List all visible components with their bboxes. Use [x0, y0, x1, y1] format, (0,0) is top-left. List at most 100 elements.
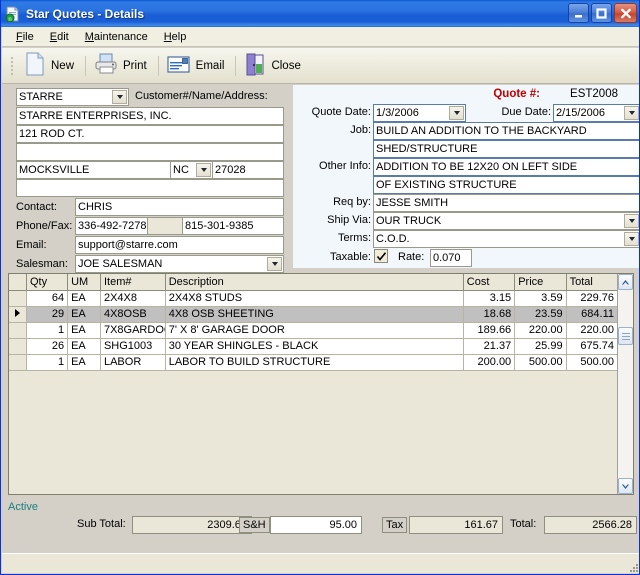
ship-via-combo[interactable]: OUR TRUCK — [373, 212, 640, 230]
cell-item[interactable]: LABOR — [100, 354, 165, 370]
scroll-up-button[interactable] — [618, 274, 633, 290]
customer-name-field[interactable]: STARRE ENTERPRISES, INC. — [16, 107, 284, 125]
other-info-line1-field[interactable]: ADDITION TO BE 12X20 ON LEFT SIDE — [373, 158, 640, 176]
due-date-field[interactable]: 2/15/2006 — [553, 104, 640, 122]
cell-cost[interactable]: 18.68 — [463, 306, 514, 322]
taxable-checkbox[interactable] — [374, 249, 388, 263]
column-header-qty[interactable]: Qty — [26, 274, 67, 290]
customer-city-field[interactable]: MOCKSVILLE — [16, 161, 171, 179]
cell-cost[interactable]: 3.15 — [463, 290, 514, 306]
row-indicator[interactable] — [9, 290, 26, 306]
chevron-down-icon[interactable] — [624, 106, 639, 120]
table-row[interactable]: 64EA2X4X82X4X8 STUDS3.153.59229.76 — [9, 290, 618, 306]
cell-qty[interactable]: 29 — [26, 306, 67, 322]
row-indicator[interactable] — [9, 338, 26, 354]
customer-code-combo[interactable]: STARRE — [16, 88, 129, 106]
row-indicator[interactable] — [9, 322, 26, 338]
line-items-grid[interactable]: Qty UM Item# Description Cost Price Tota… — [8, 273, 634, 495]
salesman-combo[interactable]: JOE SALESMAN — [75, 255, 284, 273]
cell-price[interactable]: 500.00 — [515, 354, 566, 370]
cell-item[interactable]: 4X8OSB — [100, 306, 165, 322]
customer-state-combo[interactable]: NC — [170, 161, 213, 179]
cell-price[interactable]: 25.99 — [515, 338, 566, 354]
close-button[interactable] — [614, 3, 637, 23]
sh-field[interactable]: 95.00 — [270, 516, 362, 534]
cell-cost[interactable]: 189.66 — [463, 322, 514, 338]
cell-total[interactable]: 220.00 — [566, 322, 617, 338]
cell-item[interactable]: SHG1003 — [100, 338, 165, 354]
customer-address3-field[interactable] — [16, 179, 284, 197]
customer-zip-field[interactable]: 27028 — [212, 161, 284, 179]
other-info-line2-field[interactable]: OF EXISTING STRUCTURE — [373, 176, 640, 194]
column-header-price[interactable]: Price — [515, 274, 566, 290]
row-indicator[interactable] — [9, 306, 26, 322]
cell-total[interactable]: 229.76 — [566, 290, 617, 306]
cell-qty[interactable]: 26 — [26, 338, 67, 354]
cell-qty[interactable]: 64 — [26, 290, 67, 306]
job-line2-field[interactable]: SHED/STRUCTURE — [373, 140, 640, 158]
cell-cost[interactable]: 21.37 — [463, 338, 514, 354]
cell-um[interactable]: EA — [68, 306, 101, 322]
menu-maintenance[interactable]: Maintenance — [77, 29, 156, 45]
phone-field[interactable]: 336-492-7278 — [75, 217, 148, 235]
job-line1-field[interactable]: BUILD AN ADDITION TO THE BACKYARD — [373, 122, 640, 140]
cell-description[interactable]: 2X4X8 STUDS — [165, 290, 463, 306]
cell-um[interactable]: EA — [68, 290, 101, 306]
cell-price[interactable]: 23.59 — [515, 306, 566, 322]
grid-vertical-scrollbar[interactable] — [617, 274, 633, 494]
table-row[interactable]: 29EA4X8OSB4X8 OSB SHEETING18.6823.59684.… — [9, 306, 618, 322]
cell-item[interactable]: 2X4X8 — [100, 290, 165, 306]
column-header-total[interactable]: Total — [566, 274, 617, 290]
customer-address1-field[interactable]: 121 ROD CT. — [16, 125, 284, 143]
contact-field[interactable]: CHRIS — [75, 198, 284, 216]
cell-price[interactable]: 220.00 — [515, 322, 566, 338]
scroll-down-button[interactable] — [618, 478, 633, 494]
cell-price[interactable]: 3.59 — [515, 290, 566, 306]
email-field[interactable]: support@starre.com — [75, 236, 284, 254]
resize-grip[interactable] — [626, 560, 638, 572]
column-header-description[interactable]: Description — [165, 274, 463, 290]
cell-total[interactable]: 684.11 — [566, 306, 617, 322]
column-header-cost[interactable]: Cost — [463, 274, 514, 290]
table-row[interactable]: 26EASHG100330 YEAR SHINGLES - BLACK21.37… — [9, 338, 618, 354]
table-row[interactable]: 1EA7X8GARDOOR7' X 8' GARAGE DOOR189.6622… — [9, 322, 618, 338]
cell-um[interactable]: EA — [68, 354, 101, 370]
chevron-down-icon[interactable] — [449, 106, 464, 120]
scrollbar-thumb[interactable] — [618, 327, 633, 345]
customer-address2-field[interactable] — [16, 143, 284, 161]
cell-total[interactable]: 500.00 — [566, 354, 617, 370]
close-toolbar-button[interactable]: Close — [238, 52, 309, 80]
cell-um[interactable]: EA — [68, 338, 101, 354]
new-button[interactable]: New — [18, 52, 83, 80]
chevron-down-icon[interactable] — [624, 214, 639, 228]
email-button[interactable]: Email — [161, 52, 234, 80]
fax-field[interactable]: 815-301-9385 — [182, 217, 284, 235]
quote-date-field[interactable]: 1/3/2006 — [373, 104, 466, 122]
column-header-item[interactable]: Item# — [100, 274, 165, 290]
cell-cost[interactable]: 200.00 — [463, 354, 514, 370]
column-header-indicator[interactable] — [9, 274, 26, 290]
chevron-down-icon[interactable] — [624, 232, 639, 246]
menu-help[interactable]: Help — [156, 29, 195, 45]
cell-qty[interactable]: 1 — [26, 322, 67, 338]
cell-item[interactable]: 7X8GARDOOR — [100, 322, 165, 338]
cell-qty[interactable]: 1 — [26, 354, 67, 370]
cell-description[interactable]: 4X8 OSB SHEETING — [165, 306, 463, 322]
row-indicator[interactable] — [9, 354, 26, 370]
cell-um[interactable]: EA — [68, 322, 101, 338]
phone-ext-field[interactable] — [147, 217, 183, 235]
maximize-button[interactable] — [591, 3, 612, 23]
cell-description[interactable]: 30 YEAR SHINGLES - BLACK — [165, 338, 463, 354]
terms-combo[interactable]: C.O.D. — [373, 230, 640, 248]
cell-description[interactable]: LABOR TO BUILD STRUCTURE — [165, 354, 463, 370]
minimize-button[interactable] — [568, 3, 589, 23]
chevron-down-icon[interactable] — [267, 257, 282, 271]
cell-total[interactable]: 675.74 — [566, 338, 617, 354]
toolbar-grip[interactable] — [8, 55, 15, 77]
column-header-um[interactable]: UM — [68, 274, 101, 290]
cell-description[interactable]: 7' X 8' GARAGE DOOR — [165, 322, 463, 338]
menu-file[interactable]: File — [8, 29, 42, 45]
rate-field[interactable]: 0.070 — [430, 249, 472, 267]
chevron-down-icon[interactable] — [196, 163, 211, 177]
print-button[interactable]: Print — [88, 52, 156, 80]
